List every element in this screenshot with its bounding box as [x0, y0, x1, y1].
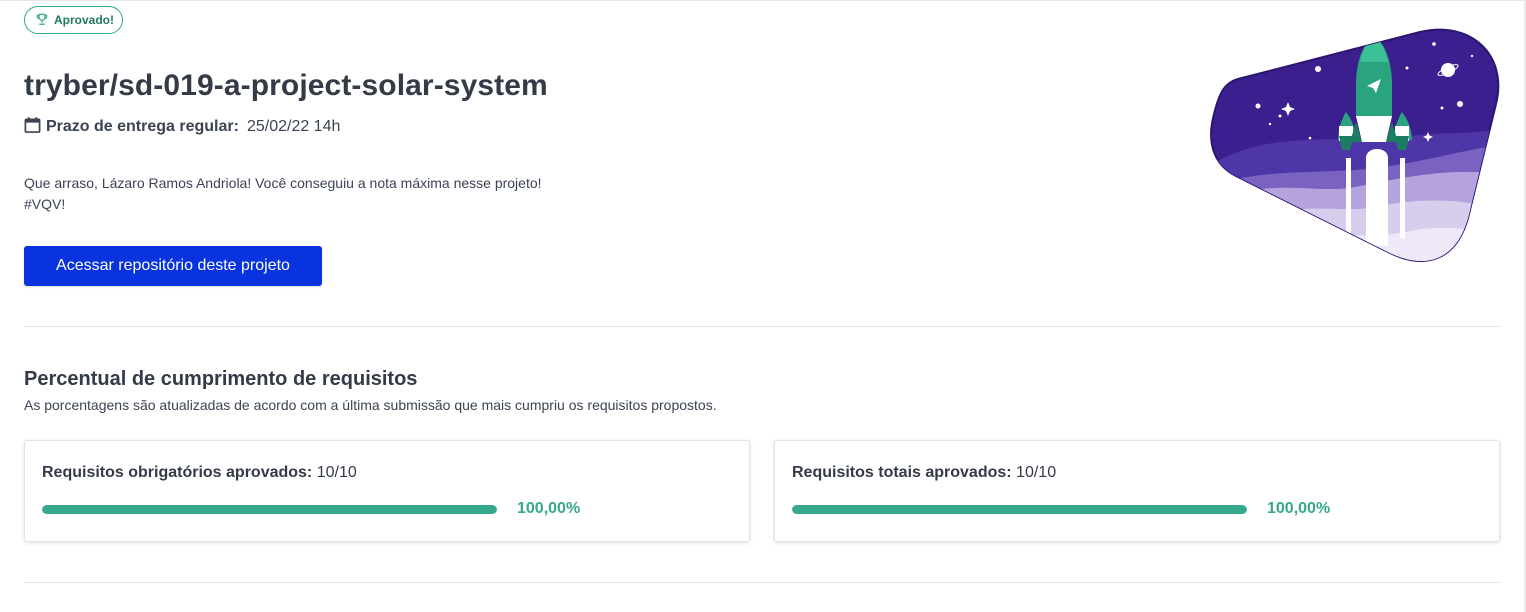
top-divider: [0, 0, 1526, 1]
deadline-row: Prazo de entrega regular: 25/02/22 14h: [24, 116, 341, 139]
congrats-message: Que arraso, Lázaro Ramos Andriola! Você …: [24, 173, 542, 215]
card-value: 10/10: [1016, 464, 1057, 481]
project-title: tryber/sd-019-a-project-solar-system: [24, 69, 548, 102]
progress-percent: 100,00%: [517, 500, 581, 517]
approved-badge: Aprovado!: [24, 6, 123, 34]
congrats-hashtag: #VQV!: [24, 196, 66, 212]
card-label: Requisitos totais aprovados:: [792, 464, 1012, 481]
requirements-subtitle: As porcentagens são atualizadas de acord…: [24, 397, 717, 413]
bottom-divider: [24, 582, 1501, 583]
requirements-title: Percentual de cumprimento de requisitos: [24, 368, 418, 390]
mandatory-requirements-card: Requisitos obrigatórios aprovados: 10/10…: [24, 440, 750, 542]
progress-bar: [792, 505, 1247, 514]
total-requirements-card: Requisitos totais aprovados: 10/10 100,0…: [774, 440, 1500, 542]
access-repository-button[interactable]: Acessar repositório deste projeto: [24, 246, 322, 286]
deadline-value: 25/02/22 14h: [246, 118, 341, 135]
deadline-label: Prazo de entrega regular:: [46, 118, 239, 135]
card-label: Requisitos obrigatórios aprovados:: [42, 464, 313, 481]
project-page: Aprovado! tryber/sd-019-a-project-solar-…: [0, 0, 1526, 612]
progress-percent: 100,00%: [1267, 500, 1331, 517]
card-value: 10/10: [316, 464, 357, 481]
progress-fill: [792, 505, 1247, 514]
progress-bar: [42, 505, 497, 514]
card-heading: Requisitos obrigatórios aprovados: 10/10: [42, 464, 357, 482]
congrats-message-line: Que arraso, Lázaro Ramos Andriola! Você …: [24, 175, 542, 191]
section-divider: [24, 326, 1501, 327]
approved-badge-label: Aprovado!: [54, 13, 114, 27]
trophy-icon: [35, 12, 49, 29]
card-heading: Requisitos totais aprovados: 10/10: [792, 464, 1056, 482]
calendar-icon: [24, 116, 46, 139]
rocket-launch-illustration: [1210, 28, 1500, 262]
progress-fill: [42, 505, 497, 514]
